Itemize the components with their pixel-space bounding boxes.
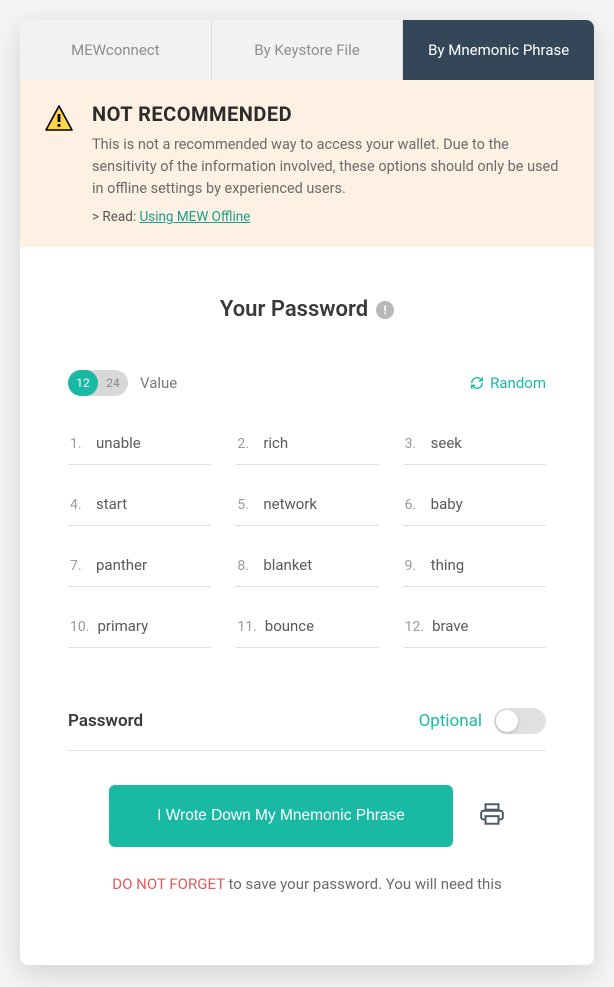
word-num: 4.: [70, 497, 88, 513]
word-text: bounce: [265, 617, 314, 635]
mnemonic-word[interactable]: 5. network: [235, 483, 378, 526]
word-text: seek: [431, 434, 462, 452]
warning-icon: [44, 104, 74, 225]
tab-mewconnect[interactable]: MEWconnect: [20, 20, 212, 80]
confirm-button[interactable]: I Wrote Down My Mnemonic Phrase: [109, 785, 453, 847]
word-num: 2.: [237, 436, 255, 452]
word-num: 8.: [237, 558, 255, 574]
word-num: 11.: [237, 619, 256, 635]
word-num: 9.: [405, 558, 423, 574]
mew-offline-link[interactable]: Using MEW Offline: [139, 209, 250, 225]
password-toggle[interactable]: [494, 708, 546, 734]
password-label: Password: [68, 711, 143, 731]
switch-knob: [496, 710, 518, 732]
tab-mnemonic[interactable]: By Mnemonic Phrase: [403, 20, 594, 80]
mnemonic-word[interactable]: 2. rich: [235, 422, 378, 465]
random-label: Random: [490, 374, 546, 392]
warning-read-prefix: > Read:: [92, 209, 139, 225]
footer-note: DO NOT FORGET to save your password. You…: [68, 875, 546, 893]
word-num: 12.: [405, 619, 424, 635]
word-text: blanket: [263, 556, 312, 574]
word-num: 5.: [237, 497, 255, 513]
value-label: Value: [140, 374, 177, 392]
tab-keystore[interactable]: By Keystore File: [212, 20, 404, 80]
random-button[interactable]: Random: [470, 374, 546, 392]
mnemonic-word[interactable]: 9. thing: [403, 544, 546, 587]
footer-rest: to save your password. You will need thi…: [225, 875, 502, 893]
word-text: thing: [431, 556, 465, 574]
heading-text: Your Password: [220, 297, 368, 322]
word-num: 10.: [70, 619, 89, 635]
optional-group: Optional: [419, 708, 546, 734]
warning-text: This is not a recommended way to access …: [92, 134, 564, 199]
word-text: brave: [432, 617, 468, 635]
word-count-toggle[interactable]: 12 24: [68, 370, 128, 396]
word-text: network: [263, 495, 317, 513]
word-num: 7.: [70, 558, 88, 574]
warning-read: > Read: Using MEW Offline: [92, 209, 564, 225]
word-count-24[interactable]: 24: [98, 370, 128, 396]
mnemonic-word[interactable]: 10. primary: [68, 605, 211, 648]
word-num: 3.: [405, 436, 423, 452]
word-text: baby: [431, 495, 463, 513]
toolbar-left: 12 24 Value: [68, 370, 177, 396]
mnemonic-word[interactable]: 7. panther: [68, 544, 211, 587]
mnemonic-word[interactable]: 3. seek: [403, 422, 546, 465]
warning-banner: NOT RECOMMENDED This is not a recommende…: [20, 80, 594, 247]
word-count-12[interactable]: 12: [68, 370, 98, 396]
password-row: Password Optional: [68, 708, 546, 751]
refresh-icon: [470, 376, 484, 390]
print-icon: [479, 801, 505, 827]
warning-title: NOT RECOMMENDED: [92, 102, 564, 126]
action-row: I Wrote Down My Mnemonic Phrase: [68, 785, 546, 847]
mnemonic-word[interactable]: 12. brave: [403, 605, 546, 648]
mnemonic-word[interactable]: 4. start: [68, 483, 211, 526]
mnemonic-word[interactable]: 11. bounce: [235, 605, 378, 648]
word-text: rich: [263, 434, 288, 452]
word-text: start: [96, 495, 127, 513]
word-text: panther: [96, 556, 147, 574]
word-text: primary: [97, 617, 148, 635]
word-num: 6.: [405, 497, 423, 513]
section-heading: Your Password !: [68, 297, 546, 322]
word-text: unable: [96, 434, 141, 452]
mnemonic-word[interactable]: 1. unable: [68, 422, 211, 465]
warning-body: NOT RECOMMENDED This is not a recommende…: [92, 102, 564, 225]
print-button[interactable]: [479, 801, 505, 831]
mnemonic-word[interactable]: 6. baby: [403, 483, 546, 526]
mnemonic-grid: 1. unable 2. rich 3. seek 4. start 5. network…: [68, 422, 546, 648]
info-icon[interactable]: !: [376, 301, 394, 319]
mnemonic-word[interactable]: 8. blanket: [235, 544, 378, 587]
word-num: 1.: [70, 436, 88, 452]
tab-bar: MEWconnect By Keystore File By Mnemonic …: [20, 20, 594, 80]
optional-label: Optional: [419, 711, 482, 731]
wallet-create-card: MEWconnect By Keystore File By Mnemonic …: [20, 20, 594, 965]
footer-warning: DO NOT FORGET: [112, 875, 225, 893]
mnemonic-toolbar: 12 24 Value Random: [68, 370, 546, 396]
content: Your Password ! 12 24 Value Random: [20, 247, 594, 923]
